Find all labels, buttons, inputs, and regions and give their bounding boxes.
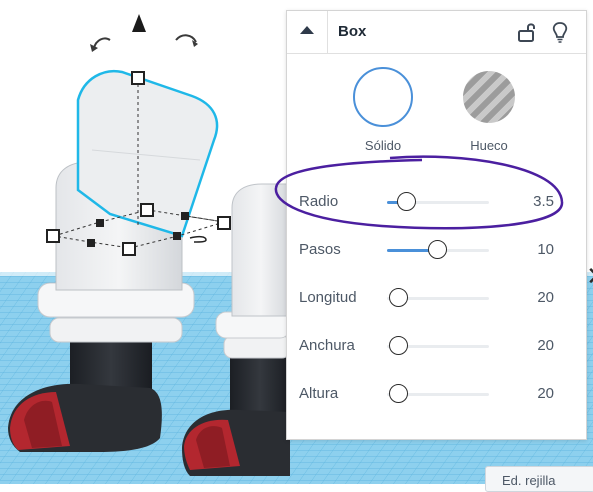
edit-grid-label: Ed. rejilla (502, 473, 556, 488)
edit-grid-button[interactable]: Ed. rejilla (485, 466, 593, 492)
slider-thumb[interactable] (389, 384, 409, 403)
property-label: Longitud (299, 289, 357, 306)
hole-option[interactable]: Hueco (453, 65, 533, 165)
solid-swatch (353, 67, 413, 127)
property-value[interactable]: 20 (537, 385, 554, 402)
property-value[interactable]: 20 (537, 337, 554, 354)
property-row-altura: Altura 20 (287, 377, 586, 411)
panel-title: Box (338, 23, 367, 40)
lock-open-icon[interactable] (516, 20, 538, 44)
close-icon[interactable]: ✕ (586, 256, 593, 296)
rotate-right-icon[interactable] (175, 34, 198, 47)
rotate-left-icon[interactable] (90, 37, 111, 52)
cone-lift-icon[interactable] (132, 14, 146, 32)
property-slider-longitud[interactable] (387, 288, 489, 307)
property-value[interactable]: 10 (537, 241, 554, 258)
property-label: Altura (299, 385, 339, 402)
lightbulb-icon[interactable] (549, 20, 571, 44)
solid-option[interactable]: Sólido (353, 65, 433, 165)
hole-swatch (463, 71, 515, 123)
collapse-panel-button[interactable] (287, 11, 328, 53)
property-label: Radio (299, 193, 339, 210)
property-slider-altura[interactable] (387, 384, 489, 403)
slider-thumb[interactable] (397, 192, 417, 211)
shape-properties-panel: Box Sólido Hueco Radio 3.5 Pasos 10 Longitud… (286, 10, 587, 440)
hole-label: Hueco (470, 138, 508, 153)
property-value[interactable]: 3.5 (533, 193, 554, 210)
solid-label: Sólido (364, 138, 402, 153)
property-slider-pasos[interactable] (387, 240, 489, 259)
property-slider-anchura[interactable] (387, 336, 489, 355)
property-row-anchura: Anchura 20 (287, 329, 586, 363)
panel-header: Box (287, 11, 586, 54)
triangle-up-icon (300, 26, 314, 34)
property-row-longitud: Longitud 20 (287, 281, 586, 315)
property-value[interactable]: 20 (537, 289, 554, 306)
property-slider-radio[interactable] (387, 192, 489, 211)
slider-thumb[interactable] (389, 288, 409, 307)
property-label: Anchura (299, 337, 355, 354)
property-label: Pasos (299, 241, 341, 258)
slider-thumb[interactable] (389, 336, 409, 355)
property-row-pasos: Pasos 10 (287, 233, 586, 267)
slider-thumb[interactable] (428, 240, 447, 259)
property-row-radio: Radio 3.5 (287, 185, 586, 219)
